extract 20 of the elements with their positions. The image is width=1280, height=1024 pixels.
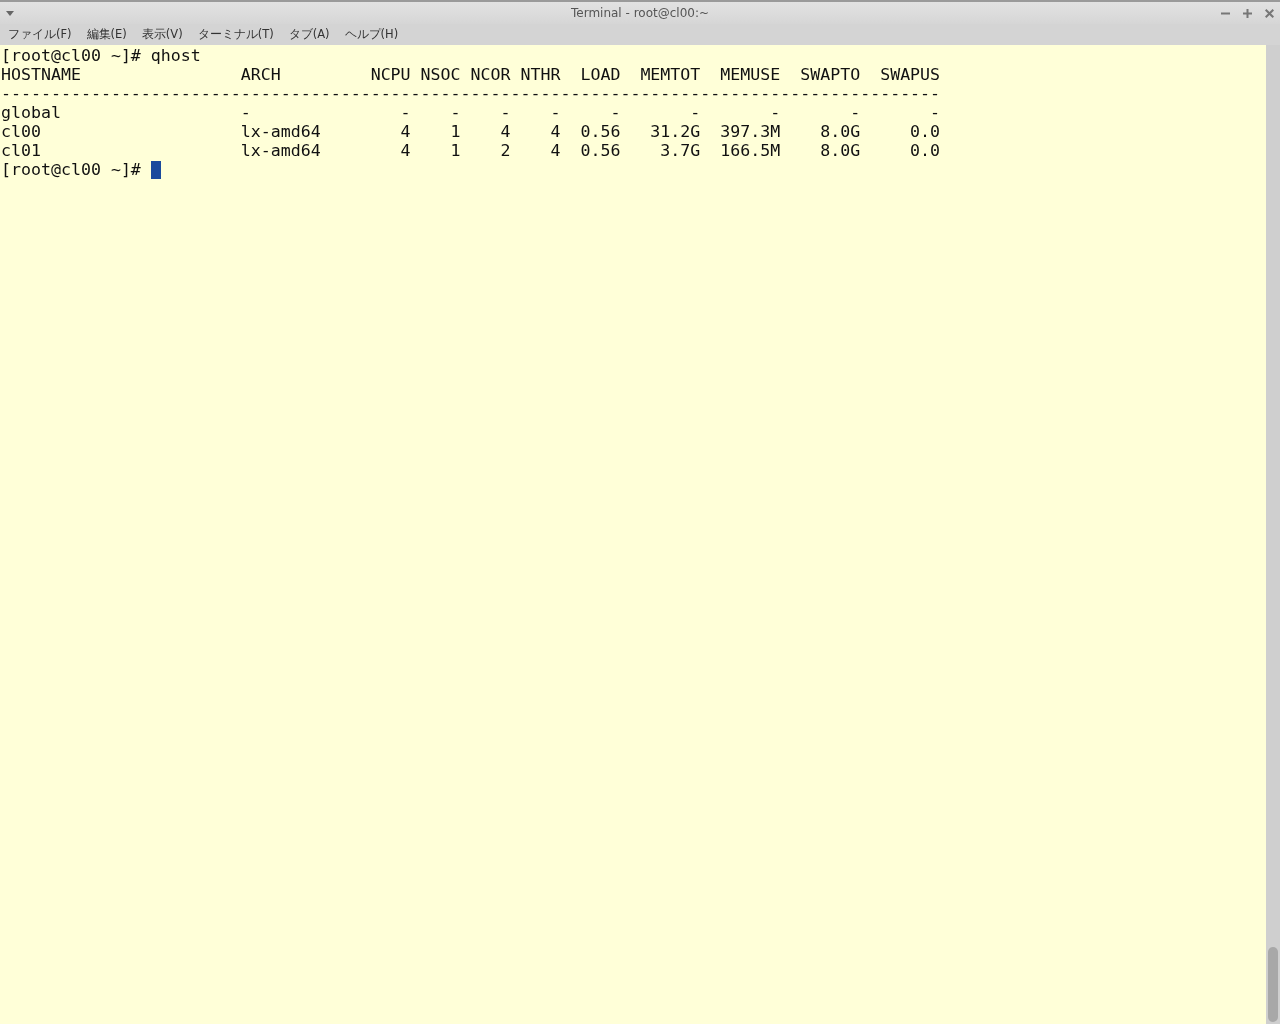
menu-item[interactable]: タブ(A) [288, 27, 330, 42]
terminal-line: HOSTNAME ARCH NCPU NSOC NCOR NTHR LOAD MEMTOT MEMUSE SWAPTO SWAPUS [1, 65, 942, 84]
close-icon[interactable] [1265, 8, 1274, 18]
window-menu-icon[interactable] [6, 10, 14, 16]
window-title: Terminal - root@cl00:~ [571, 6, 709, 20]
terminal-line: [root@cl00 ~]# qhost [1, 46, 202, 65]
terminal-prompt: [root@cl00 ~]# [1, 160, 142, 179]
menu-item[interactable]: ファイル(F) [8, 27, 72, 42]
terminal-line: cl00 lx-amd64 4 1 4 4 0.56 31.2G 397.3M 8.0G 0.0 [1, 122, 942, 141]
scrollbar[interactable] [1266, 45, 1280, 1024]
maximize-icon[interactable] [1243, 8, 1252, 18]
menu-item[interactable]: 編集(E) [86, 27, 127, 42]
terminal-line: ---------------------------------------------------------------------------------------------- [1, 84, 942, 103]
menu-item[interactable]: ヘルプ(H) [344, 27, 399, 42]
terminal-line: global - - - - - - - - - - [1, 103, 942, 122]
menu-item[interactable]: 表示(V) [141, 27, 183, 42]
scrollbar-thumb[interactable] [1268, 947, 1278, 1022]
terminal-line: cl01 lx-amd64 4 1 2 4 0.56 3.7G 166.5M 8.0G 0.0 [1, 141, 942, 160]
text-cursor [150, 160, 161, 179]
menu-item[interactable]: ターミナル(T) [197, 27, 274, 42]
